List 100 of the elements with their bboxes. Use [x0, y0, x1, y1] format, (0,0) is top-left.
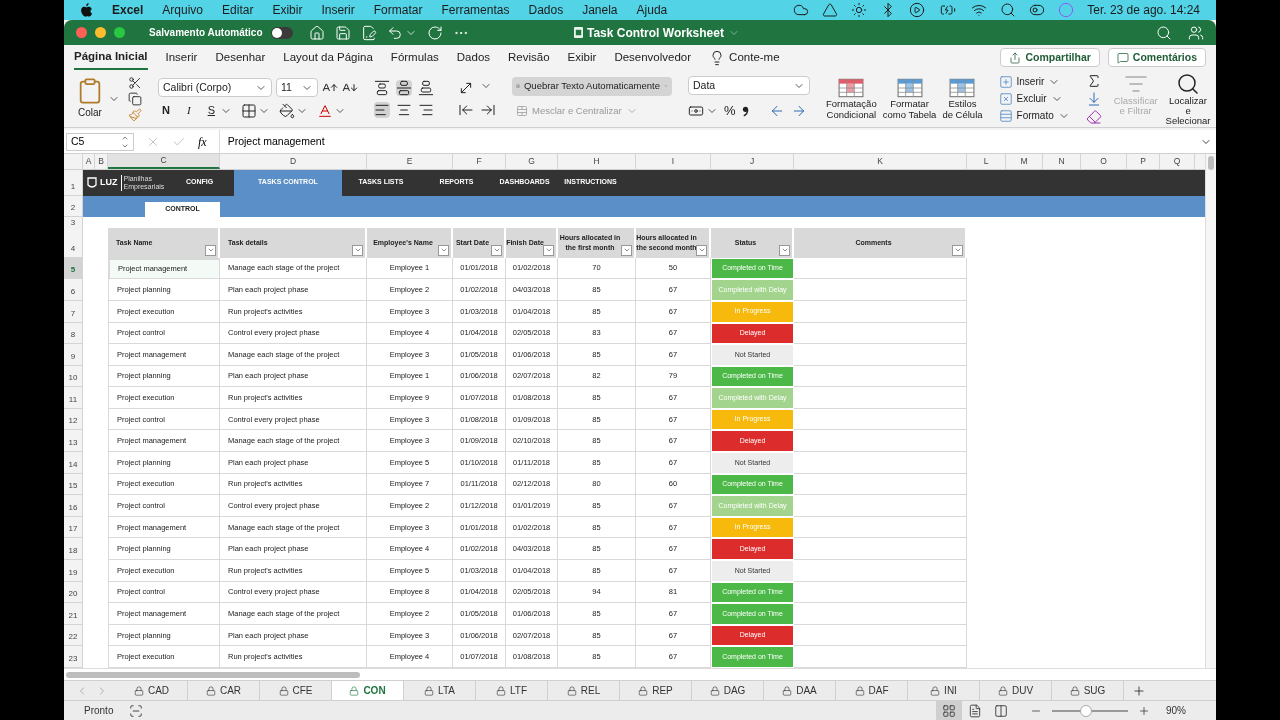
number-format-select[interactable]: Data [688, 76, 810, 96]
filter-button[interactable] [621, 244, 632, 256]
column-header[interactable]: H [558, 154, 636, 169]
menu-item[interactable]: Inserir [321, 1, 355, 19]
row-header[interactable]: 11 [64, 387, 83, 409]
bold-button[interactable]: N [158, 102, 174, 119]
ribbon-tab[interactable]: Layout da Página [283, 45, 373, 70]
row-header[interactable]: 19 [64, 560, 83, 582]
ribbon-tab[interactable]: Exibir [567, 45, 597, 70]
macro-record-icon[interactable] [129, 703, 144, 718]
menu-item[interactable]: Dados [528, 1, 564, 19]
comments-button[interactable]: Comentários [1107, 48, 1206, 67]
eraser-icon[interactable] [1085, 108, 1102, 125]
column-header[interactable]: L [967, 154, 1006, 169]
menu-item[interactable]: Janela [582, 1, 618, 19]
wifi-icon[interactable] [971, 2, 988, 18]
filter-button[interactable] [438, 244, 449, 256]
zoom-level[interactable]: 90% [1166, 703, 1196, 718]
align-middle-icon[interactable] [396, 79, 412, 96]
save-icon[interactable] [334, 24, 351, 41]
currency-icon[interactable] [688, 103, 704, 119]
row-header[interactable]: 23 [64, 646, 83, 668]
paste-button[interactable]: Colar [76, 77, 104, 120]
font-select[interactable]: Calibri (Corpo) [158, 78, 272, 98]
horizontal-scrollbar[interactable] [66, 671, 360, 678]
save-as-icon[interactable] [360, 24, 377, 41]
column-header[interactable]: D [220, 154, 367, 169]
play-icon[interactable] [909, 2, 926, 18]
wrap-text-button[interactable]: Quebrar Texto Automaticamente [512, 76, 672, 96]
row-header[interactable]: 12 [64, 408, 83, 431]
filter-button[interactable] [543, 244, 554, 256]
ribbon-tab[interactable]: Dados [456, 45, 491, 70]
ribbon-tab[interactable]: Desenhar [215, 45, 266, 70]
row-header[interactable]: 14 [64, 452, 83, 474]
column-header[interactable]: F [453, 154, 506, 169]
cells-button[interactable]: Inserir [998, 74, 1070, 89]
scissors-icon[interactable] [128, 75, 142, 90]
share-button[interactable]: Compartilhar [1000, 48, 1100, 67]
menu-item[interactable]: Formatar [373, 1, 423, 19]
cells-button[interactable]: Formato [998, 108, 1070, 123]
normal-view-button[interactable] [936, 701, 962, 720]
row-header[interactable]: 18 [64, 538, 83, 561]
undo-icon[interactable] [386, 24, 403, 41]
filter-button[interactable] [952, 244, 963, 256]
filter-button[interactable] [205, 244, 216, 256]
italic-button[interactable]: I [182, 102, 195, 119]
apple-logo-icon[interactable] [80, 3, 93, 17]
row-header[interactable]: 9 [64, 344, 83, 366]
redo-icon[interactable] [426, 24, 443, 41]
column-header[interactable]: I [636, 154, 711, 169]
column-header[interactable]: O [1081, 154, 1127, 169]
font-size-select[interactable]: 11 [276, 78, 318, 98]
name-box[interactable]: C5 [66, 132, 134, 151]
ribbon-tab[interactable]: Fórmulas [390, 45, 439, 70]
cloud-icon[interactable] [793, 2, 810, 18]
filter-button[interactable] [352, 244, 363, 256]
copy-icon[interactable] [128, 91, 142, 106]
row-header[interactable]: 13 [64, 430, 83, 453]
menu-item[interactable]: Arquivo [162, 1, 204, 19]
align-top-icon[interactable] [374, 79, 390, 96]
row-header[interactable]: 6 [64, 279, 83, 301]
ribbon-tab[interactable]: Revisão [508, 45, 550, 70]
insert-function-button[interactable]: fx [198, 132, 207, 151]
column-header[interactable]: E [367, 154, 453, 169]
row-header[interactable]: 2 [64, 195, 83, 217]
row-header[interactable]: 10 [64, 365, 83, 388]
menu-item[interactable]: Ferramentas [441, 1, 510, 19]
menu-item[interactable]: Ajuda [636, 1, 668, 19]
find-select-button[interactable]: Localizar e Selecionar [1165, 71, 1211, 126]
formula-input[interactable]: Project management [227, 133, 1200, 150]
column-header[interactable]: K [794, 154, 967, 169]
row-header[interactable]: 1 [64, 169, 83, 196]
menu-item[interactable]: Exibir [272, 1, 303, 19]
column-header[interactable]: Q [1160, 154, 1195, 169]
row-header[interactable]: 20 [64, 581, 83, 604]
people-icon[interactable] [1188, 24, 1204, 41]
filter-button[interactable] [491, 244, 502, 256]
triangle-icon[interactable] [822, 2, 839, 18]
minimize-button[interactable] [95, 27, 106, 38]
tell-me-field[interactable]: Conte-me [729, 48, 780, 67]
row-header[interactable]: 16 [64, 495, 83, 517]
underline-button[interactable]: S [203, 102, 219, 119]
cells-button[interactable]: Excluir [998, 91, 1070, 106]
font-color-icon[interactable] [316, 102, 333, 119]
sun-icon[interactable] [851, 2, 868, 18]
column-header[interactable]: M [1006, 154, 1043, 169]
styles-button[interactable]: Formatar como Tabela [882, 77, 937, 120]
zoom-in-icon[interactable] [1138, 704, 1150, 717]
percent-button[interactable]: % [724, 101, 736, 121]
ribbon-tab[interactable]: Inserir [165, 45, 198, 70]
row-header[interactable]: 17 [64, 516, 83, 539]
borders-icon[interactable] [240, 102, 257, 119]
fill-color-icon[interactable] [278, 102, 295, 119]
ribbon-tab[interactable]: Desenvolvedor [614, 45, 692, 70]
menu-item[interactable]: Editar [222, 1, 254, 19]
align-left-icon[interactable] [374, 101, 390, 118]
autosave-toggle[interactable] [270, 26, 293, 39]
search-icon[interactable] [1156, 24, 1172, 41]
sheet-tab[interactable]: CON [332, 681, 404, 700]
row-header[interactable]: 8 [64, 322, 83, 345]
